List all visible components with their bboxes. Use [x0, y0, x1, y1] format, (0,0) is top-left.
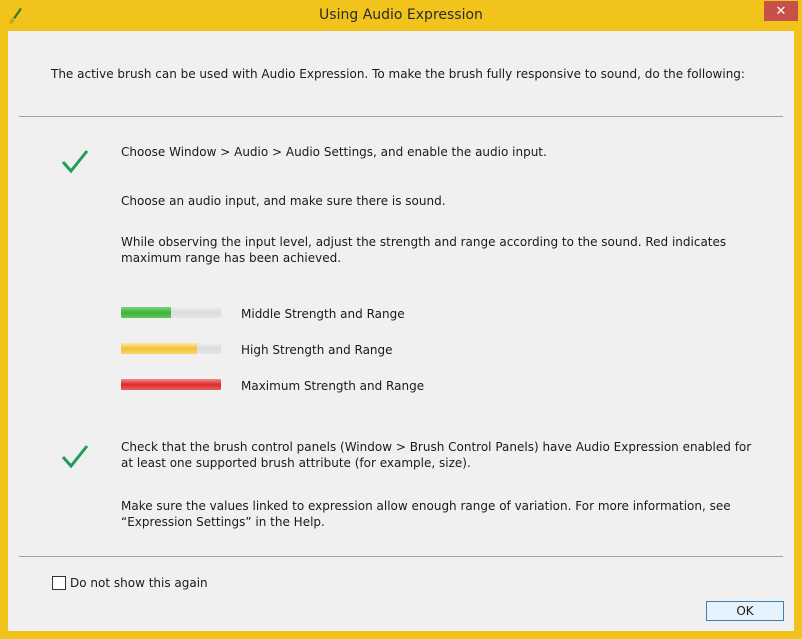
ok-button[interactable]: OK: [706, 601, 784, 621]
check-icon: [61, 150, 89, 174]
level-fill: [121, 343, 197, 354]
step-adjust-strength: While observing the input level, adjust …: [121, 235, 727, 265]
ok-button-label: OK: [736, 604, 754, 618]
check-icon: [61, 445, 89, 469]
level-label: Middle Strength and Range: [241, 307, 405, 321]
level-bar-maximum: [121, 379, 221, 390]
close-button[interactable]: ✕: [764, 1, 798, 21]
level-bar-middle: [121, 307, 221, 318]
close-icon: ✕: [775, 3, 787, 19]
level-label: High Strength and Range: [241, 343, 393, 357]
step-check-range: Make sure the values linked to expressio…: [121, 499, 731, 529]
step-enable-audio: Choose Window > Audio > Audio Settings, …: [121, 145, 547, 159]
top-divider: [19, 116, 783, 117]
intro-text: The active brush can be used with Audio …: [51, 67, 745, 81]
level-fill: [121, 307, 171, 318]
title-bar[interactable]: Using Audio Expression ✕: [0, 0, 802, 32]
bottom-divider: [19, 556, 783, 557]
do-not-show-checkbox[interactable]: [52, 576, 66, 590]
level-fill: [121, 379, 221, 390]
step-check-panels: Check that the brush control panels (Win…: [121, 440, 752, 470]
window-title: Using Audio Expression: [319, 7, 483, 23]
step-choose-input: Choose an audio input, and make sure the…: [121, 194, 446, 208]
level-bar-high: [121, 343, 221, 354]
level-label: Maximum Strength and Range: [241, 379, 425, 393]
dialog-content: The active brush can be used with Audio …: [8, 31, 794, 631]
do-not-show-label[interactable]: Do not show this again: [70, 575, 208, 591]
dialog-window: Using Audio Expression ✕ The active brus…: [0, 0, 802, 639]
